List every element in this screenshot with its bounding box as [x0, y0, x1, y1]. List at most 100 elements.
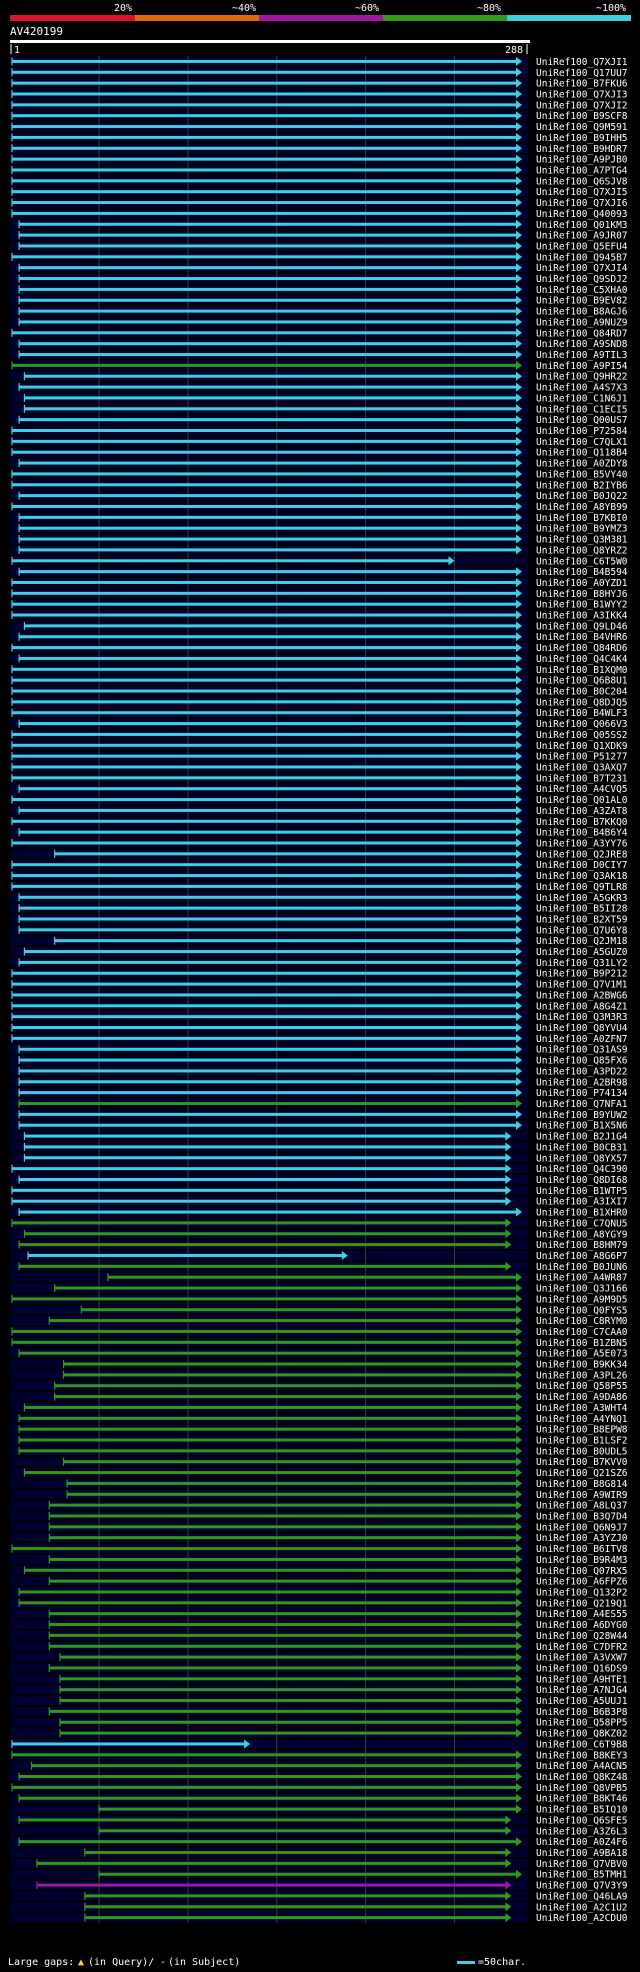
hit-alignment-bar[interactable]	[19, 353, 518, 357]
hit-alignment-bar[interactable]	[19, 1123, 518, 1127]
hit-label[interactable]: UniRef100_A5E073	[536, 1349, 628, 1360]
hit-alignment-bar[interactable]	[84, 1894, 507, 1898]
hit-label[interactable]: UniRef100_Q7XJI4	[536, 263, 628, 274]
hit-label[interactable]: UniRef100_B0UDL5	[536, 1446, 628, 1457]
hit-alignment-bar[interactable]	[12, 613, 517, 617]
hit-alignment-bar[interactable]	[84, 1916, 507, 1920]
hit-alignment-bar[interactable]	[54, 939, 518, 943]
hit-alignment-bar[interactable]	[12, 70, 517, 74]
hit-label[interactable]: UniRef100_B1WTP5	[536, 1186, 628, 1197]
hit-label[interactable]: UniRef100_A2BR98	[536, 1077, 628, 1088]
hit-alignment-bar[interactable]	[12, 732, 517, 736]
hit-label[interactable]: UniRef100_C6T9B8	[536, 1739, 628, 1750]
hit-alignment-bar[interactable]	[19, 461, 518, 465]
hit-alignment-bar[interactable]	[19, 960, 518, 964]
hit-alignment-bar[interactable]	[49, 1503, 517, 1507]
hit-label[interactable]: UniRef100_Q46LA9	[536, 1891, 628, 1902]
hit-label[interactable]: UniRef100_A9M9D5	[536, 1294, 628, 1305]
hit-alignment-bar[interactable]	[12, 1753, 517, 1757]
hit-label[interactable]: UniRef100_Q3AXQ7	[536, 763, 628, 774]
hit-alignment-bar[interactable]	[19, 287, 518, 291]
hit-label[interactable]: UniRef100_Q066V3	[536, 719, 628, 730]
hit-alignment-bar[interactable]	[59, 1731, 517, 1735]
hit-alignment-bar[interactable]	[12, 1297, 517, 1301]
hit-alignment-bar[interactable]	[12, 1547, 517, 1551]
hit-label[interactable]: UniRef100_Q3M381	[536, 535, 628, 546]
hit-label[interactable]: UniRef100_Q01KM3	[536, 220, 628, 231]
hit-alignment-bar[interactable]	[63, 1460, 517, 1464]
hit-label[interactable]: UniRef100_A2BWG6	[536, 990, 628, 1001]
hit-alignment-bar[interactable]	[12, 678, 517, 682]
hit-alignment-bar[interactable]	[12, 754, 517, 758]
hit-label[interactable]: UniRef100_B5IQ10	[536, 1805, 628, 1816]
hit-alignment-bar[interactable]	[59, 1699, 517, 1703]
hit-label[interactable]: UniRef100_B9SCF8	[536, 111, 628, 122]
hit-alignment-bar[interactable]	[49, 1612, 517, 1616]
hit-label[interactable]: UniRef100_A7NJG4	[536, 1685, 628, 1696]
hit-label[interactable]: UniRef100_Q17UU7	[536, 68, 628, 79]
hit-alignment-bar[interactable]	[24, 1232, 507, 1236]
hit-alignment-bar[interactable]	[12, 841, 517, 845]
hit-alignment-bar[interactable]	[12, 211, 517, 215]
hit-alignment-bar[interactable]	[12, 146, 517, 150]
hit-alignment-bar[interactable]	[19, 1177, 507, 1181]
hit-label[interactable]: UniRef100_Q4C390	[536, 1164, 628, 1175]
hit-alignment-bar[interactable]	[36, 1883, 507, 1887]
hit-label[interactable]: UniRef100_Q219Q1	[536, 1598, 628, 1609]
hit-label[interactable]: UniRef100_Q05SS2	[536, 730, 628, 741]
hit-label[interactable]: UniRef100_B3Q7D4	[536, 1511, 628, 1522]
hit-label[interactable]: UniRef100_A4WR87	[536, 1273, 628, 1284]
hit-label[interactable]: UniRef100_B2IYB6	[536, 480, 628, 491]
hit-label[interactable]: UniRef100_B8KT46	[536, 1794, 628, 1805]
hit-label[interactable]: UniRef100_A3Z6L3	[536, 1826, 628, 1837]
hit-label[interactable]: UniRef100_Q7U6Y8	[536, 925, 628, 936]
hit-label[interactable]: UniRef100_B6ITV8	[536, 1544, 628, 1555]
hit-label[interactable]: UniRef100_A4ES55	[536, 1609, 628, 1620]
hit-alignment-bar[interactable]	[19, 1840, 518, 1844]
hit-alignment-bar[interactable]	[12, 255, 517, 259]
hit-label[interactable]: UniRef100_Q28W44	[536, 1631, 628, 1642]
hit-label[interactable]: UniRef100_B4WLF3	[536, 708, 628, 719]
hit-alignment-bar[interactable]	[24, 407, 517, 411]
hit-alignment-bar[interactable]	[12, 472, 517, 476]
hit-label[interactable]: UniRef100_B4B594	[536, 567, 628, 578]
hit-alignment-bar[interactable]	[12, 700, 517, 704]
hit-label[interactable]: UniRef100_C7QNU5	[536, 1218, 628, 1229]
hit-label[interactable]: UniRef100_C6T5W0	[536, 556, 628, 567]
hit-alignment-bar[interactable]	[99, 1807, 517, 1811]
hit-label[interactable]: UniRef100_A9BA18	[536, 1848, 628, 1859]
hit-alignment-bar[interactable]	[81, 1308, 518, 1312]
hit-label[interactable]: UniRef100_A4ACN5	[536, 1761, 628, 1772]
hit-label[interactable]: UniRef100_C7DFR2	[536, 1642, 628, 1653]
hit-alignment-bar[interactable]	[12, 743, 517, 747]
hit-alignment-bar[interactable]	[12, 776, 517, 780]
hit-alignment-bar[interactable]	[19, 548, 518, 552]
hit-alignment-bar[interactable]	[36, 1861, 507, 1865]
hit-label[interactable]: UniRef100_Q58P55	[536, 1381, 628, 1392]
hit-label[interactable]: UniRef100_Q9HR22	[536, 372, 628, 383]
hit-label[interactable]: UniRef100_Q84RD7	[536, 328, 628, 339]
hit-label[interactable]: UniRef100_A9PJB0	[536, 155, 628, 166]
hit-label[interactable]: UniRef100_P72584	[536, 426, 628, 437]
hit-alignment-bar[interactable]	[12, 179, 517, 183]
hit-alignment-bar[interactable]	[12, 1742, 246, 1746]
hit-label[interactable]: UniRef100_Q07RX5	[536, 1566, 628, 1577]
hit-alignment-bar[interactable]	[12, 157, 517, 161]
hit-label[interactable]: UniRef100_Q3M3R3	[536, 1012, 628, 1023]
hit-label[interactable]: UniRef100_B1X5N6	[536, 1121, 628, 1132]
hit-label[interactable]: UniRef100_Q8YVU4	[536, 1023, 628, 1034]
hit-alignment-bar[interactable]	[19, 222, 518, 226]
hit-alignment-bar[interactable]	[24, 1134, 507, 1138]
hit-alignment-bar[interactable]	[54, 1395, 518, 1399]
hit-label[interactable]: UniRef100_Q58PP5	[536, 1718, 628, 1729]
hit-alignment-bar[interactable]	[27, 1253, 343, 1257]
hit-alignment-bar[interactable]	[24, 624, 517, 628]
hit-alignment-bar[interactable]	[19, 1102, 518, 1106]
hit-alignment-bar[interactable]	[12, 1329, 517, 1333]
hit-alignment-bar[interactable]	[12, 1188, 507, 1192]
hit-alignment-bar[interactable]	[12, 1015, 517, 1019]
hit-label[interactable]: UniRef100_A3IXI7	[536, 1197, 628, 1208]
hit-alignment-bar[interactable]	[99, 1872, 517, 1876]
hit-label[interactable]: UniRef100_A3YZJ0	[536, 1533, 628, 1544]
hit-label[interactable]: UniRef100_A5GKR3	[536, 893, 628, 904]
